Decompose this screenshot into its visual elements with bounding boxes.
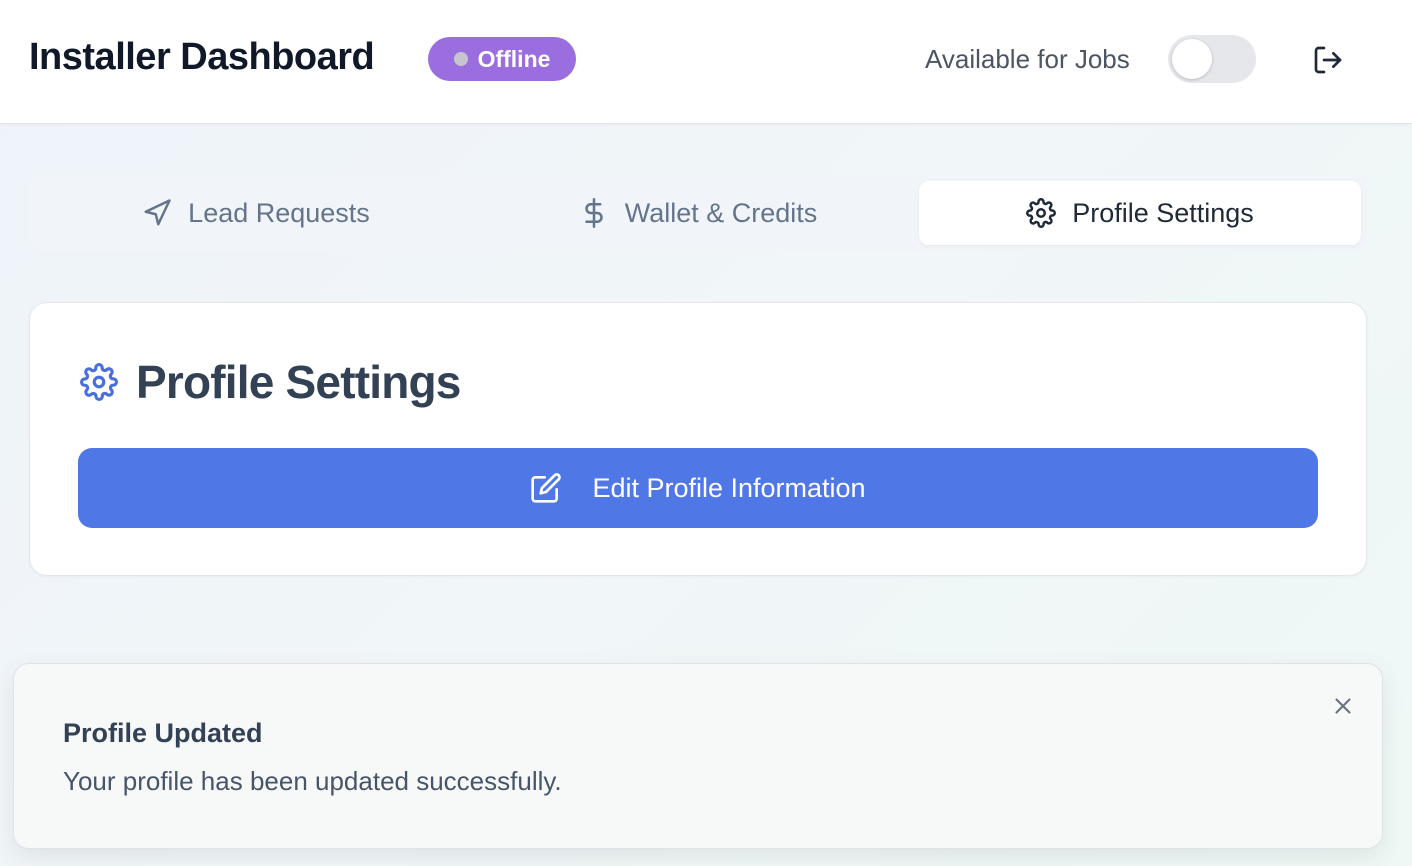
toast-notification: Profile Updated Your profile has been up… — [13, 663, 1383, 849]
tab-profile-settings[interactable]: Profile Settings — [919, 181, 1361, 245]
tab-label: Wallet & Credits — [624, 197, 818, 228]
toggle-knob — [1172, 39, 1212, 79]
edit-icon — [530, 472, 562, 504]
send-icon — [142, 198, 172, 228]
edit-profile-button[interactable]: Edit Profile Information — [78, 448, 1318, 528]
top-header: Installer Dashboard Offline Available fo… — [0, 0, 1412, 124]
toast-title: Profile Updated — [63, 718, 263, 748]
edit-profile-label: Edit Profile Information — [592, 472, 866, 503]
tab-label: Profile Settings — [1072, 197, 1254, 228]
status-dot-icon — [453, 52, 468, 66]
dollar-icon — [579, 198, 609, 228]
toast-message: Your profile has been updated successful… — [63, 766, 562, 796]
status-badge: Offline — [428, 37, 576, 81]
card-title: Profile Settings — [136, 356, 461, 408]
logout-button[interactable] — [1306, 40, 1350, 80]
gear-icon — [1026, 198, 1057, 228]
card-header: Profile Settings — [80, 355, 461, 409]
toast-close-button[interactable] — [1328, 691, 1358, 721]
availability-label: Available for Jobs — [925, 44, 1130, 74]
profile-settings-card: Profile Settings Edit Profile Informatio… — [29, 302, 1367, 576]
availability-toggle[interactable] — [1168, 35, 1256, 83]
logout-icon — [1314, 46, 1342, 74]
tab-bar: Lead Requests Wallet & Credits Profile S… — [29, 175, 1367, 251]
gear-icon — [80, 363, 118, 401]
status-badge-label: Offline — [477, 45, 551, 72]
tab-wallet-credits[interactable]: Wallet & Credits — [477, 181, 919, 245]
tab-label: Lead Requests — [188, 197, 370, 228]
tab-lead-requests[interactable]: Lead Requests — [35, 181, 477, 245]
app-title: Installer Dashboard — [29, 36, 375, 78]
close-icon — [1335, 698, 1351, 714]
